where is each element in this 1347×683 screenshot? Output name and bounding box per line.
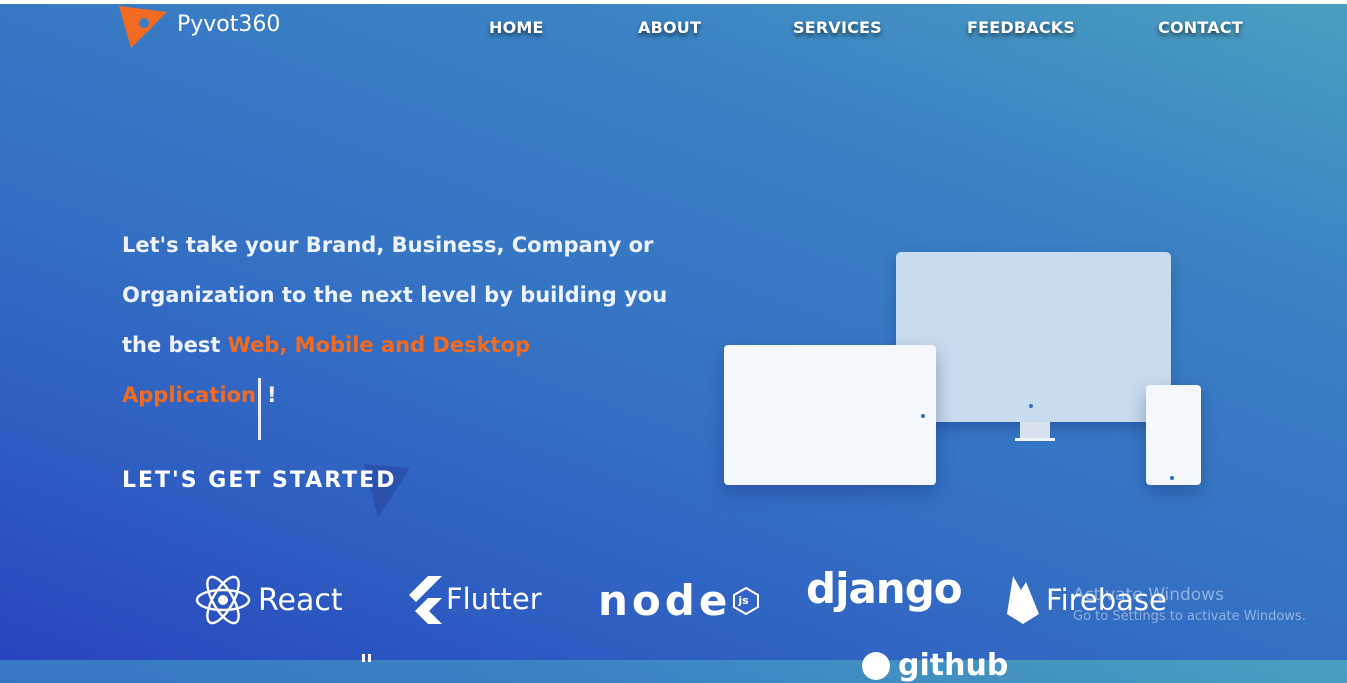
github-octocat-icon	[862, 651, 890, 680]
tech-js-label: js	[738, 594, 749, 607]
tech-nodejs: node js	[598, 576, 760, 625]
hero-line-1: Let's take your Brand, Business, Company…	[122, 233, 654, 257]
tech-node-label: node	[598, 576, 732, 625]
tech-partial-logo	[360, 654, 376, 662]
tablet-device	[724, 345, 936, 485]
flutter-icon	[409, 576, 442, 624]
main-nav: HOME ABOUT SERVICES FEEDBACKS CONTACT	[0, 18, 1347, 40]
nav-contact[interactable]: CONTACT	[1158, 18, 1243, 37]
firebase-flame-icon	[1007, 576, 1039, 624]
os-activation-subtitle: Go to Settings to activate Windows.	[1073, 609, 1306, 624]
nav-about[interactable]: ABOUT	[638, 18, 701, 37]
nav-feedbacks[interactable]: FEEDBACKS	[967, 18, 1075, 37]
monitor-base	[1015, 438, 1055, 441]
hero-suffix: !	[266, 383, 277, 407]
hero-line-2: Organization to the next level by buildi…	[122, 283, 668, 307]
get-started-button[interactable]: LET'S GET STARTED	[122, 468, 396, 493]
tech-flutter: Flutter	[402, 574, 542, 624]
phone-device	[1146, 385, 1201, 485]
os-activation-title: Activate Windows	[1073, 585, 1224, 605]
hero-line-3: the best	[122, 333, 228, 357]
tech-django-label: django	[806, 564, 963, 613]
hero-highlight-application: Application	[122, 383, 256, 407]
tech-react: React	[194, 574, 343, 626]
phone-dot	[1170, 476, 1174, 480]
tech-github-label: github	[898, 648, 1009, 683]
monitor-screen	[896, 252, 1171, 422]
hero-headline: Let's take your Brand, Business, Company…	[122, 220, 682, 440]
hero-highlight-platforms: Web, Mobile and Desktop	[227, 333, 531, 357]
tech-github: github	[860, 648, 1008, 683]
devices-illustration	[700, 240, 1220, 510]
partial-logo-icon	[362, 654, 371, 662]
nav-services[interactable]: SERVICES	[793, 18, 882, 37]
typing-cursor	[257, 378, 261, 440]
cta-area: LET'S GET STARTED	[122, 462, 422, 522]
tech-react-label: React	[258, 582, 343, 618]
tablet-dot	[921, 414, 925, 418]
tech-flutter-label: Flutter	[446, 582, 542, 616]
react-icon	[195, 575, 251, 625]
nav-home[interactable]: HOME	[489, 18, 544, 37]
tech-django: django	[806, 564, 963, 613]
monitor-dot	[1029, 404, 1033, 408]
monitor-stand	[1020, 422, 1050, 438]
